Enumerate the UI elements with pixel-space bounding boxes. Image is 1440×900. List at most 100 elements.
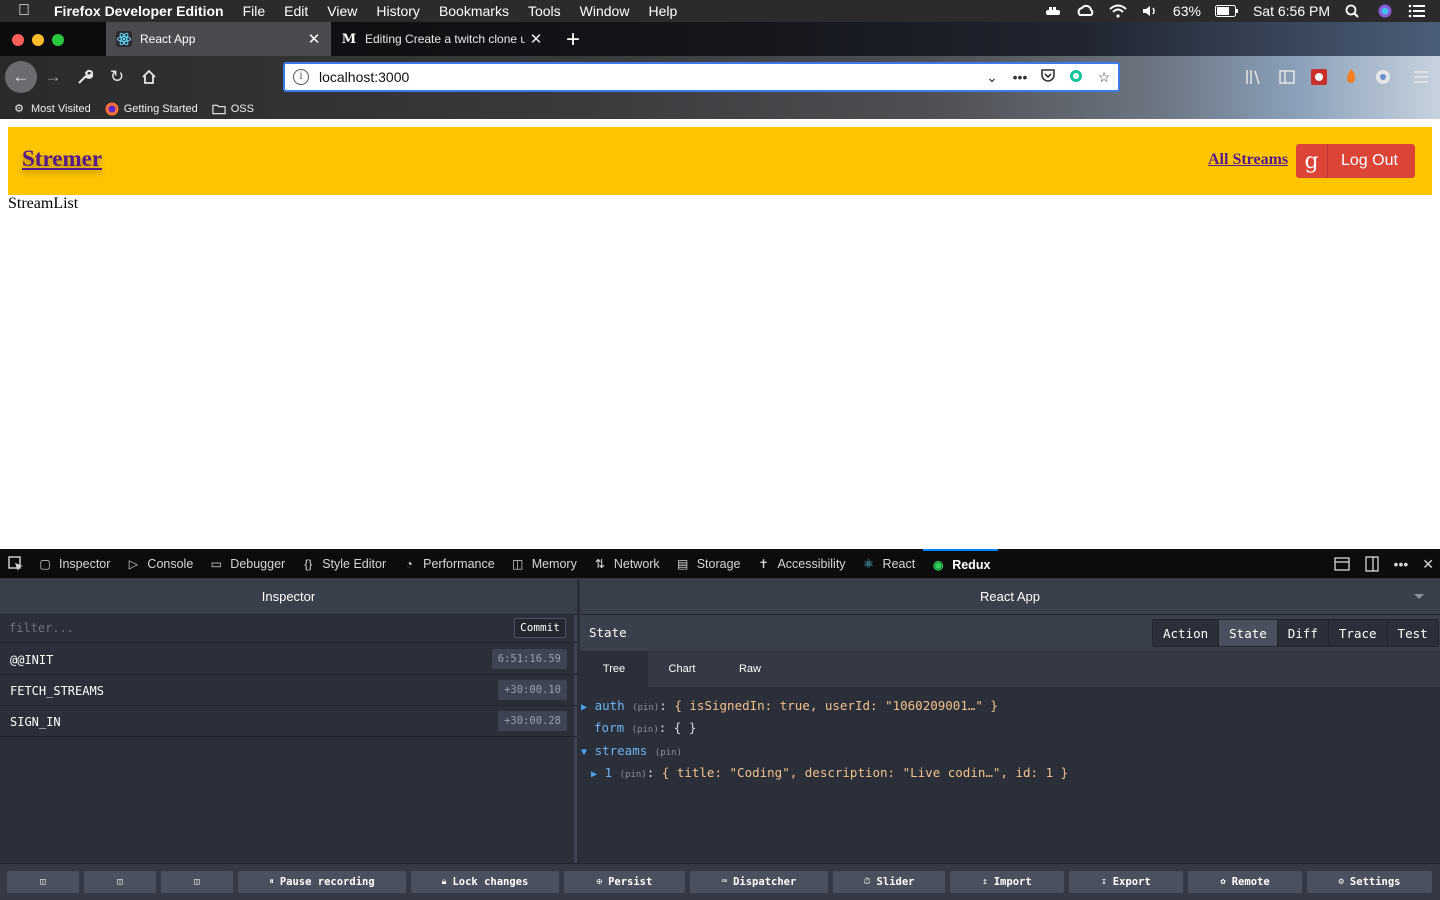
menu-bookmarks[interactable]: Bookmarks xyxy=(439,3,509,19)
tab-close-icon[interactable]: ✕ xyxy=(525,30,547,48)
url-text[interactable]: localhost:3000 xyxy=(319,69,978,85)
wrench-icon[interactable] xyxy=(72,64,98,90)
dispatcher-button[interactable]: ⌨ Dispatcher xyxy=(690,871,828,893)
extension-fire-icon[interactable] xyxy=(1342,68,1360,86)
mode-tab-diff[interactable]: Diff xyxy=(1277,620,1329,646)
pin-link[interactable]: (pin) xyxy=(632,703,659,713)
home-button[interactable] xyxy=(136,64,162,90)
brand-link[interactable]: Stremer xyxy=(22,146,102,172)
mode-tab-action[interactable]: Action xyxy=(1153,620,1220,646)
site-info-icon[interactable]: i xyxy=(293,69,309,85)
tab-close-icon[interactable]: ✕ xyxy=(303,30,325,48)
dock-options-icon[interactable] xyxy=(1364,556,1380,572)
mode-tab-trace[interactable]: Trace xyxy=(1328,620,1388,646)
page-actions-icon[interactable]: ••• xyxy=(1006,69,1034,85)
monitor-select[interactable]: Inspector xyxy=(0,579,709,615)
devtools-tab-redux[interactable]: ◉ Redux xyxy=(923,548,999,579)
menu-window[interactable]: Window xyxy=(580,3,630,19)
more-options-icon[interactable]: ••• xyxy=(1394,556,1409,572)
persist-button[interactable]: ✠ Persist xyxy=(564,871,685,893)
window-close-button[interactable] xyxy=(12,34,24,46)
pin-link[interactable]: (pin) xyxy=(632,725,659,735)
view-tab-tree[interactable]: Tree xyxy=(580,651,648,687)
menu-history[interactable]: History xyxy=(376,3,420,19)
hamburger-menu-icon[interactable] xyxy=(1412,68,1430,86)
library-icon[interactable] xyxy=(1244,68,1262,86)
grammarly-icon[interactable] xyxy=(1062,69,1090,86)
devtools-tab-accessibility[interactable]: ✝ Accessibility xyxy=(748,549,853,579)
creative-cloud-icon[interactable] xyxy=(1077,4,1095,18)
docker-icon[interactable] xyxy=(1045,4,1063,18)
menu-edit[interactable]: Edit xyxy=(284,3,308,19)
action-list-item[interactable]: SIGN_IN +30:00.28 xyxy=(0,706,577,737)
lock-changes-button[interactable]: 🔒︎ Lock changes xyxy=(411,871,559,893)
devtools-tab-style-editor[interactable]: {} Style Editor xyxy=(293,549,394,579)
import-button[interactable]: ↥ Import xyxy=(950,871,1064,893)
pin-link[interactable]: (pin) xyxy=(655,748,682,758)
pause-recording-button[interactable]: ⏸ Pause recording xyxy=(238,871,406,893)
bookmark-oss-folder[interactable]: OSS xyxy=(212,102,254,116)
all-streams-link[interactable]: All Streams xyxy=(1208,151,1288,169)
bookmark-most-visited[interactable]: ⚙ Most Visited xyxy=(12,102,91,116)
reload-button[interactable]: ↻ xyxy=(104,64,130,90)
export-button[interactable]: ↧ Export xyxy=(1069,871,1183,893)
element-picker-button[interactable] xyxy=(0,549,30,579)
tab-medium-editing[interactable]: M Editing Create a twitch clone usi ✕ xyxy=(331,22,553,56)
devtools-tab-debugger[interactable]: ▭ Debugger xyxy=(201,549,293,579)
url-bar[interactable]: i localhost:3000 ⌄ ••• ☆ xyxy=(283,62,1120,92)
menu-tools[interactable]: Tools xyxy=(528,3,561,19)
menu-help[interactable]: Help xyxy=(648,3,677,19)
slider-button[interactable]: ⏱ Slider xyxy=(833,871,945,893)
action-list-item[interactable]: FETCH_STREAMS +30:00.10 xyxy=(0,675,577,706)
battery-icon[interactable] xyxy=(1214,5,1239,17)
devtools-tab-network[interactable]: ⇅ Network xyxy=(585,549,668,579)
extension-red-icon[interactable] xyxy=(1310,68,1328,86)
expand-arrow-icon[interactable]: ▶ xyxy=(591,769,597,780)
dock-left-button[interactable]: ◫ xyxy=(7,871,79,893)
menu-file[interactable]: File xyxy=(243,3,266,19)
new-tab-button[interactable]: + xyxy=(562,26,584,54)
filter-input[interactable]: filter... xyxy=(9,621,74,635)
log-out-button[interactable]: g Log Out xyxy=(1296,144,1415,178)
tree-node-stream-1[interactable]: ▶ 1 (pin): { title: "Coding", descriptio… xyxy=(591,765,1068,780)
settings-button[interactable]: ⚙ Settings xyxy=(1307,871,1432,893)
siri-icon[interactable] xyxy=(1376,4,1394,18)
window-minimize-button[interactable] xyxy=(32,34,44,46)
devtools-tab-storage[interactable]: ▤ Storage xyxy=(668,549,749,579)
back-button[interactable]: ← xyxy=(5,61,37,93)
responsive-design-icon[interactable] xyxy=(1333,557,1350,571)
sidebar-icon[interactable] xyxy=(1278,68,1296,86)
instance-select[interactable]: React App xyxy=(580,579,1440,615)
chevron-down-icon[interactable]: ⌄ xyxy=(978,69,1006,86)
tab-react-app[interactable]: React App ✕ xyxy=(106,22,331,56)
notification-center-icon[interactable] xyxy=(1408,4,1426,18)
remote-button[interactable]: ✿ Remote xyxy=(1188,871,1302,893)
close-devtools-icon[interactable]: ✕ xyxy=(1422,556,1434,573)
volume-icon[interactable] xyxy=(1141,4,1159,18)
apple-icon[interactable]:  xyxy=(18,2,44,20)
forward-button[interactable]: → xyxy=(40,64,66,90)
wifi-icon[interactable] xyxy=(1109,4,1127,18)
menu-app-name[interactable]: Firefox Developer Edition xyxy=(54,3,224,19)
commit-button[interactable]: Commit xyxy=(514,618,566,638)
mode-tab-test[interactable]: Test xyxy=(1387,620,1438,646)
bookmark-star-icon[interactable]: ☆ xyxy=(1090,69,1118,86)
dock-bottom-button[interactable]: ◫ xyxy=(84,871,156,893)
window-zoom-button[interactable] xyxy=(52,34,64,46)
pocket-icon[interactable] xyxy=(1034,69,1062,85)
spotlight-search-icon[interactable] xyxy=(1344,4,1362,18)
devtools-tab-performance[interactable]: ◔ Performance xyxy=(394,549,503,579)
clock[interactable]: Sat 6:56 PM xyxy=(1253,3,1330,19)
mode-tab-state[interactable]: State xyxy=(1219,620,1278,646)
view-tab-raw[interactable]: Raw xyxy=(716,651,784,687)
devtools-tab-inspector[interactable]: ▢ Inspector xyxy=(30,549,118,579)
bookmark-getting-started[interactable]: Getting Started xyxy=(105,102,198,116)
tree-node-streams[interactable]: ▼ streams (pin) xyxy=(581,743,682,758)
pin-link[interactable]: (pin) xyxy=(620,770,647,780)
menu-view[interactable]: View xyxy=(327,3,357,19)
expand-arrow-icon[interactable]: ▶ xyxy=(581,702,587,713)
action-list-item[interactable]: @@INIT 6:51:16.59 xyxy=(0,644,577,675)
devtools-tab-memory[interactable]: ◫ Memory xyxy=(503,549,585,579)
dock-right-button[interactable]: ◫ xyxy=(161,871,233,893)
tree-node-auth[interactable]: ▶ auth (pin): { isSignedIn: true, userId… xyxy=(581,698,998,713)
